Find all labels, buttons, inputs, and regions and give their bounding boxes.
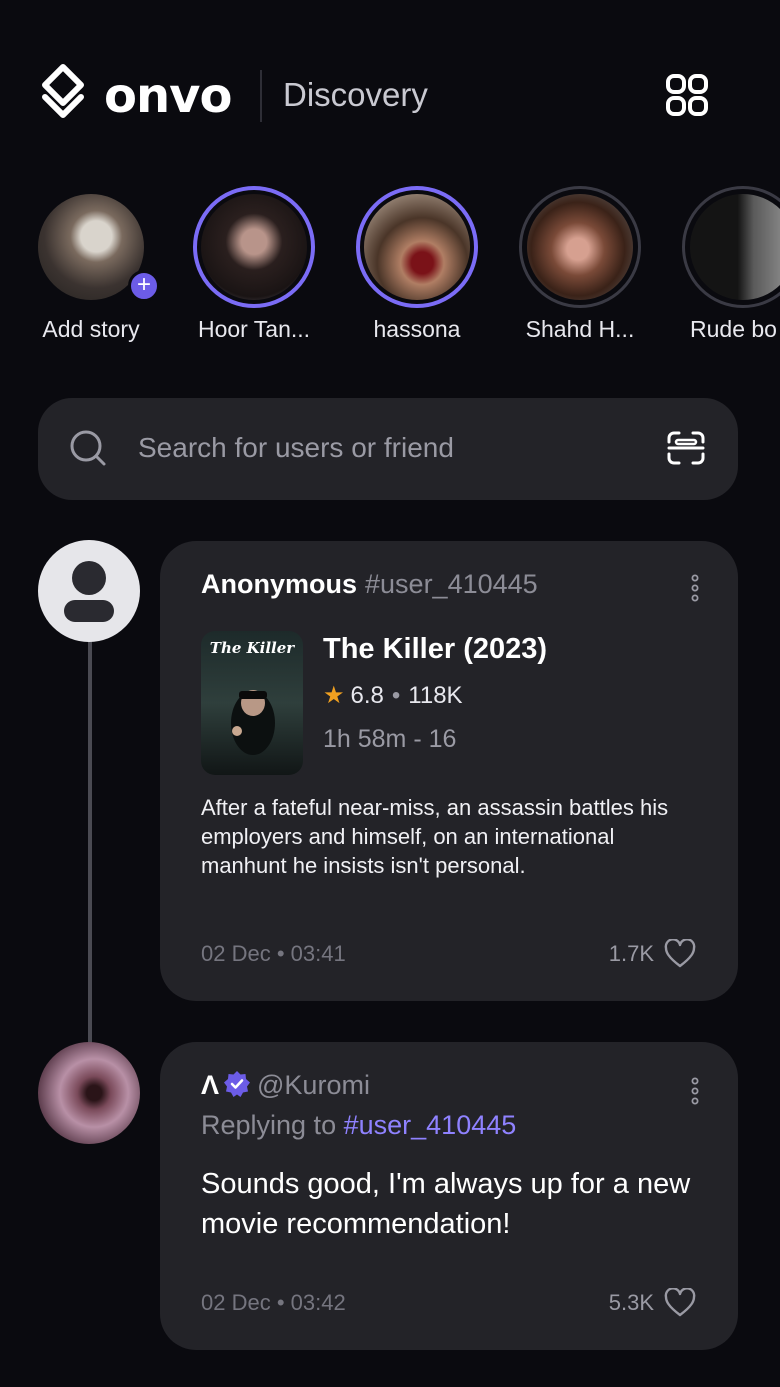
author-handle: #user_410445 — [365, 569, 538, 599]
post-text: Sounds good, I'm always up for a new mov… — [201, 1168, 691, 1240]
heart-icon[interactable] — [664, 939, 696, 969]
onvo-logo-icon — [42, 64, 84, 118]
movie-rating: 6.8 — [350, 682, 384, 709]
page-title: Discovery — [283, 76, 428, 113]
author-handle: @Kuromi — [257, 1070, 370, 1100]
post-card: Anonymous #user_410445 The Killer The Kil… — [160, 541, 738, 1001]
verified-icon — [224, 1071, 251, 1097]
like-count: 5.3K — [608, 1290, 654, 1315]
thread-connector — [88, 640, 92, 1045]
story-item[interactable]: Hoor Tan... — [179, 180, 329, 350]
post-author[interactable]: Λ @Kuromi — [201, 1070, 370, 1101]
movie-title[interactable]: The Killer (2023) — [323, 633, 547, 666]
post-timestamp: 02 Dec • 03:41 — [201, 941, 346, 966]
poster-art: The Killer — [201, 631, 303, 775]
story-avatar — [364, 194, 470, 300]
story-avatar — [201, 194, 307, 300]
story-item[interactable]: Rude bo — [668, 180, 780, 350]
poster-title: The Killer — [210, 639, 296, 657]
reply-context: Replying to #user_410445 — [201, 1110, 516, 1141]
like-count: 1.7K — [608, 941, 654, 966]
post-text: After a fateful near-miss, an assassin b… — [201, 795, 669, 878]
story-name: hassona — [373, 316, 461, 342]
story-item[interactable]: Shahd H... — [505, 180, 655, 350]
movie-poster[interactable]: The Killer — [201, 631, 303, 775]
story-add[interactable]: + Add story — [16, 180, 166, 350]
header-divider — [260, 70, 262, 122]
plus-icon[interactable]: + — [128, 270, 160, 302]
reply-card: Λ @Kuromi Replying to #user_410445 Sound… — [160, 1042, 738, 1350]
story-name: Add story — [42, 316, 140, 342]
more-vertical-icon[interactable] — [690, 573, 700, 603]
movie-votes: 118K — [408, 682, 463, 709]
heart-icon[interactable] — [664, 1288, 696, 1318]
brand-wordmark: onvo — [104, 68, 232, 124]
avatar[interactable] — [38, 1042, 140, 1144]
star-icon: ★ — [323, 682, 345, 709]
stories-row: + Add story Hoor Tan... hassona Shahd H.… — [0, 180, 780, 360]
more-vertical-icon[interactable] — [690, 1076, 700, 1106]
app-header: onvo Discovery — [0, 0, 780, 190]
reply-mention[interactable]: #user_410445 — [344, 1110, 517, 1140]
author-name: Λ — [201, 1070, 220, 1100]
post-author[interactable]: Anonymous #user_410445 — [201, 569, 538, 600]
search-input[interactable] — [138, 424, 638, 472]
scan-icon[interactable] — [666, 430, 706, 466]
movie-runtime: 1h 58m - 16 — [323, 725, 457, 753]
story-name: Hoor Tan... — [197, 316, 311, 342]
person-icon — [64, 561, 114, 622]
story-name: Rude bo — [690, 316, 777, 342]
movie-meta: ★ 6.8 • 118K — [323, 682, 463, 709]
search-bar — [38, 398, 738, 500]
story-name: Shahd H... — [525, 316, 635, 342]
post-timestamp: 02 Dec • 03:42 — [201, 1290, 346, 1315]
story-item[interactable]: hassona — [342, 180, 492, 350]
grid-menu-icon[interactable] — [660, 70, 712, 122]
reply-prefix: Replying to — [201, 1110, 337, 1140]
avatar[interactable] — [38, 540, 140, 642]
author-name: Anonymous — [201, 569, 358, 599]
story-avatar — [527, 194, 633, 300]
search-icon — [70, 430, 106, 466]
